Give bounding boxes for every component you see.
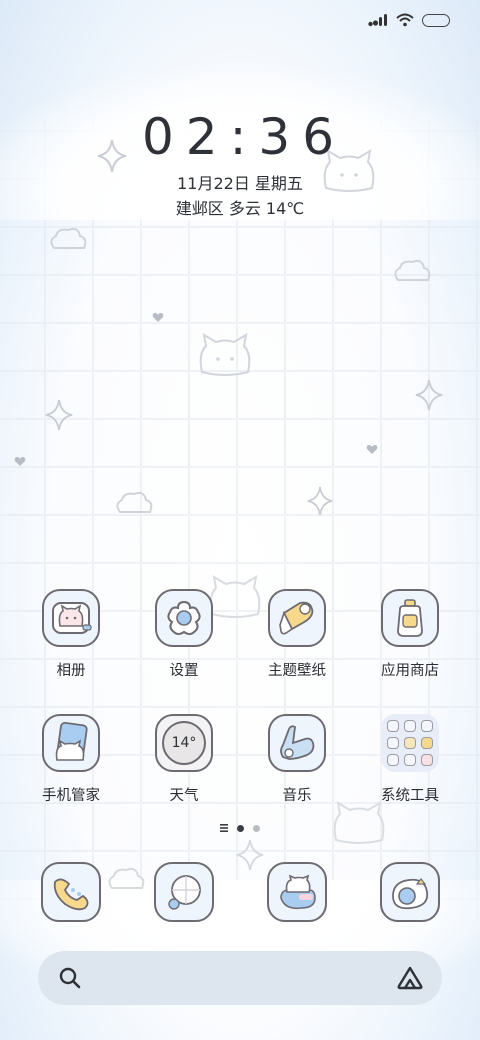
- camera-icon: [380, 862, 440, 922]
- signal-icon: [368, 14, 387, 27]
- assistant-icon[interactable]: [396, 964, 424, 992]
- page-dot[interactable]: [253, 824, 260, 832]
- cloud-icon: [108, 867, 145, 889]
- app-label: 设置: [169, 663, 199, 679]
- heart-icon: [366, 445, 378, 454]
- app-label: 天气: [169, 788, 199, 804]
- mini-app-icon: [387, 754, 399, 766]
- cloud-icon: [394, 259, 431, 281]
- app-label: 系统工具: [381, 788, 439, 804]
- mini-app-icon: [404, 737, 416, 749]
- mini-app-icon: [387, 737, 399, 749]
- app-label: 应用商店: [381, 663, 439, 679]
- browser-icon: [154, 862, 214, 922]
- heart-icon: [14, 457, 26, 466]
- app-store-bottle-icon: [381, 589, 439, 647]
- weather-temp-badge: 14°: [162, 721, 206, 765]
- dock-browser[interactable]: [154, 862, 214, 922]
- theme-icecream-icon: [268, 589, 326, 647]
- sparkle-icon: [236, 839, 264, 871]
- app-label: 主题壁纸: [268, 663, 326, 679]
- mini-app-icon: [421, 737, 433, 749]
- mini-app-icon: [387, 720, 399, 732]
- clock-date[interactable]: 11月22日 星期五: [0, 170, 480, 194]
- page-dot-active[interactable]: [237, 824, 244, 832]
- weather-icon: 14°: [155, 714, 213, 772]
- phone-icon: [41, 862, 101, 922]
- app-music[interactable]: 音乐: [247, 714, 347, 805]
- dock-phone[interactable]: [41, 862, 101, 922]
- mini-app-icon: [404, 754, 416, 766]
- cloud-icon: [50, 227, 87, 249]
- app-themes[interactable]: 主题壁纸: [247, 589, 347, 680]
- app-photos[interactable]: 相册: [21, 589, 121, 680]
- search-icon[interactable]: [58, 966, 82, 990]
- cloud-icon: [116, 491, 153, 513]
- wifi-icon: [396, 13, 414, 27]
- app-label: 手机管家: [42, 788, 100, 804]
- app-store[interactable]: 应用商店: [360, 589, 460, 680]
- photo-album-icon: [42, 589, 100, 647]
- folder-icon: [381, 714, 439, 772]
- page-list-icon[interactable]: [220, 824, 228, 832]
- dock-messages[interactable]: [267, 862, 327, 922]
- page-indicator[interactable]: [0, 824, 480, 832]
- sparkle-icon: [45, 399, 73, 431]
- phone-manager-icon: [42, 714, 100, 772]
- app-settings[interactable]: 设置: [134, 589, 234, 680]
- mini-app-icon: [404, 720, 416, 732]
- app-label: 相册: [56, 663, 86, 679]
- folder-system-tools[interactable]: 系统工具: [360, 714, 460, 805]
- dock-camera[interactable]: [380, 862, 440, 922]
- battery-icon: [422, 13, 450, 27]
- app-label: 音乐: [282, 788, 312, 804]
- mini-app-icon: [421, 720, 433, 732]
- sparkle-icon: [307, 486, 333, 516]
- app-weather[interactable]: 14° 天气: [134, 714, 234, 805]
- app-phone-manager[interactable]: 手机管家: [21, 714, 121, 805]
- cat-face-icon: [333, 801, 385, 844]
- mini-app-icon: [421, 754, 433, 766]
- search-bar[interactable]: [38, 951, 442, 1005]
- cat-face-icon: [199, 333, 251, 376]
- messages-icon: [267, 862, 327, 922]
- sparkle-icon: [415, 379, 443, 411]
- clock-time[interactable]: 02:36: [0, 108, 480, 166]
- heart-icon: [152, 313, 164, 322]
- settings-flower-icon: [155, 589, 213, 647]
- clock-weather[interactable]: 建邺区 多云 14℃: [0, 195, 480, 219]
- music-icon: [268, 714, 326, 772]
- status-bar: [368, 8, 450, 32]
